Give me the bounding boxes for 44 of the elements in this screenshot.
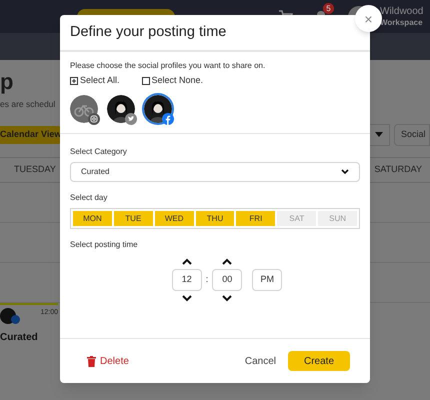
column-header: SATURDAY bbox=[374, 163, 422, 176]
instruction-text: Please choose the social profiles you want to share on. bbox=[70, 60, 266, 72]
bird-badge-icon bbox=[125, 112, 137, 124]
square-icon bbox=[142, 76, 150, 85]
delete-button[interactable]: Delete bbox=[87, 354, 129, 368]
select-none-button[interactable]: Select None. bbox=[142, 74, 204, 88]
day-toggle[interactable]: TUE bbox=[114, 210, 153, 226]
day-toggle[interactable]: FRI bbox=[236, 210, 276, 226]
page-title: p bbox=[0, 68, 14, 96]
column-header: TUESDAY bbox=[14, 163, 56, 176]
workspace-label: Workspace bbox=[380, 16, 424, 28]
social-button[interactable]: Social bbox=[394, 124, 430, 146]
select-all-button[interactable]: Select All. bbox=[70, 74, 120, 88]
time-separator: : bbox=[206, 272, 208, 286]
hour-field[interactable]: 12 bbox=[172, 268, 202, 290]
category-label: Select Category bbox=[70, 146, 128, 158]
period-toggle[interactable]: PM bbox=[252, 268, 282, 290]
chevron-up-icon[interactable] bbox=[182, 258, 192, 264]
plus-square-icon bbox=[70, 76, 78, 85]
facebook-badge-icon bbox=[162, 112, 174, 124]
profile-avatar[interactable] bbox=[107, 94, 135, 122]
chevron-down-icon bbox=[341, 169, 349, 174]
profile-avatar[interactable] bbox=[144, 94, 172, 122]
filter-dropdown[interactable] bbox=[368, 124, 390, 146]
camera-badge-icon bbox=[88, 112, 100, 124]
day-toggle[interactable]: WED bbox=[154, 210, 194, 226]
cancel-button[interactable]: Cancel bbox=[244, 354, 276, 368]
category-select[interactable]: Curated bbox=[70, 162, 360, 182]
dialog-title: Define your posting time bbox=[70, 22, 226, 42]
trash-icon bbox=[87, 356, 96, 366]
page-subtitle: es are schedul bbox=[0, 98, 56, 111]
day-toggle[interactable]: THU bbox=[196, 210, 234, 226]
notification-badge: 5 bbox=[323, 3, 334, 14]
chevron-down-icon[interactable] bbox=[182, 294, 192, 302]
create-button[interactable]: Create bbox=[288, 351, 350, 371]
chevron-up-icon[interactable] bbox=[222, 258, 232, 264]
chevron-down-icon[interactable] bbox=[222, 294, 232, 302]
day-toggle[interactable]: MON bbox=[73, 210, 112, 226]
time-label: Select posting time bbox=[70, 238, 139, 250]
day-label: Select day bbox=[70, 192, 108, 204]
minute-field[interactable]: 00 bbox=[212, 268, 242, 290]
facebook-badge-icon bbox=[11, 314, 20, 324]
workspace-name: Wildwood bbox=[380, 6, 424, 16]
caret-icon bbox=[375, 132, 383, 138]
